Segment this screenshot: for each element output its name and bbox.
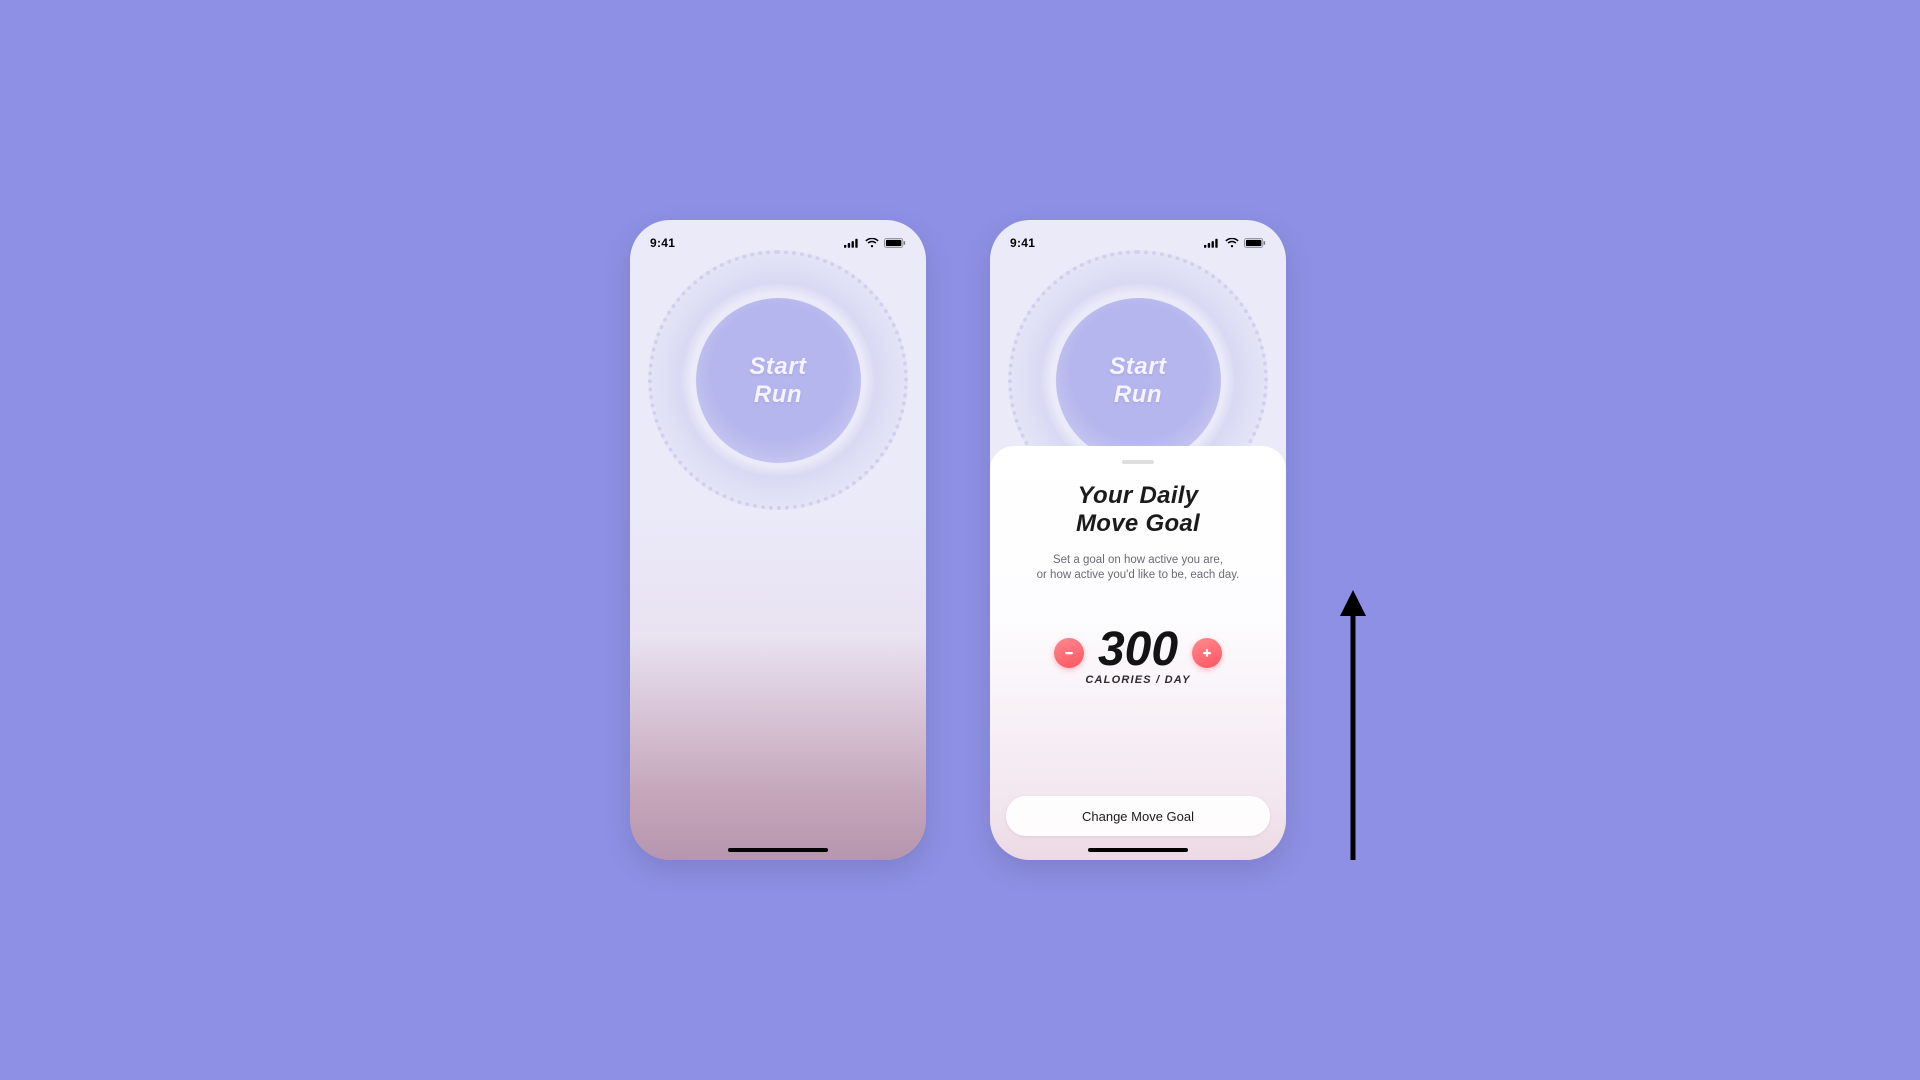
cellular-signal-icon bbox=[1204, 238, 1220, 248]
start-run-label: Start Run bbox=[1109, 353, 1166, 408]
status-time: 9:41 bbox=[1010, 236, 1035, 250]
change-move-goal-button[interactable]: Change Move Goal bbox=[1006, 796, 1270, 836]
minus-icon bbox=[1062, 646, 1076, 660]
cellular-signal-icon bbox=[844, 238, 860, 248]
plus-icon bbox=[1200, 646, 1214, 660]
move-goal-sheet[interactable]: Your Daily Move Goal Set a goal on how a… bbox=[990, 446, 1286, 860]
sheet-title: Your Daily Move Goal bbox=[1076, 482, 1200, 539]
sheet-grabber[interactable] bbox=[1122, 460, 1154, 464]
phone-screen-sheet: 9:41 Start Run Your Daily Move Goal Set … bbox=[990, 220, 1286, 860]
status-icons bbox=[1204, 238, 1266, 248]
home-indicator[interactable] bbox=[1088, 848, 1188, 852]
battery-icon bbox=[1244, 238, 1266, 248]
calorie-stepper: 300 bbox=[1054, 636, 1222, 671]
wifi-icon bbox=[865, 238, 879, 248]
calorie-unit-label: CALORIES / DAY bbox=[1085, 674, 1190, 686]
calorie-value: 300 bbox=[1098, 630, 1178, 671]
start-run-button[interactable]: Start Run bbox=[1056, 298, 1221, 463]
increment-button[interactable] bbox=[1192, 638, 1222, 668]
phone-screen-initial: 9:41 Start Run bbox=[630, 220, 926, 860]
status-time: 9:41 bbox=[650, 236, 675, 250]
start-run-button[interactable]: Start Run bbox=[696, 298, 861, 463]
battery-icon bbox=[884, 238, 906, 248]
home-indicator[interactable] bbox=[728, 848, 828, 852]
status-icons bbox=[844, 238, 906, 248]
status-bar: 9:41 bbox=[630, 220, 926, 256]
wifi-icon bbox=[1225, 238, 1239, 248]
start-run-hero: Start Run bbox=[630, 260, 926, 560]
swipe-up-arrow-icon bbox=[1323, 590, 1383, 870]
status-bar: 9:41 bbox=[990, 220, 1286, 256]
start-run-label: Start Run bbox=[749, 353, 806, 408]
decrement-button[interactable] bbox=[1054, 638, 1084, 668]
sheet-description: Set a goal on how active you are, or how… bbox=[1037, 553, 1240, 584]
